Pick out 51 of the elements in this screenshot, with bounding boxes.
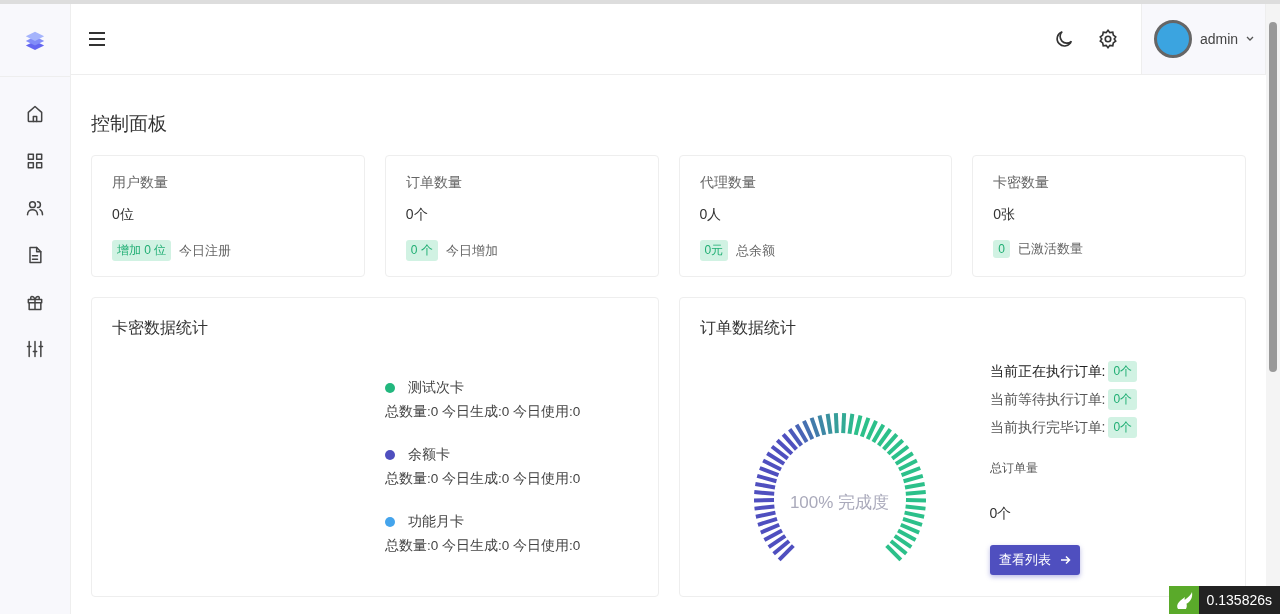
- debug-timer: 0.135826s: [1198, 586, 1280, 614]
- stat-badge: 0元: [699, 240, 729, 261]
- order-status-label: 当前正在执行订单:: [989, 362, 1106, 381]
- legend-detail: 总数量:0 今日生成:0 今日使用:0: [385, 537, 582, 555]
- legend-label: 测试次卡: [408, 379, 464, 397]
- order-status-label: 当前执行完毕订单:: [989, 418, 1106, 437]
- user-menu[interactable]: admin: [1141, 4, 1266, 74]
- layers-logo-icon: [24, 29, 46, 51]
- scrollbar-thumb[interactable]: [1269, 22, 1277, 372]
- menu-icon[interactable]: [89, 32, 105, 46]
- avatar: [1154, 20, 1192, 58]
- stat-note: 已激活数量: [1017, 240, 1083, 258]
- grid-icon[interactable]: [25, 151, 45, 171]
- home-icon[interactable]: [25, 104, 45, 124]
- gauge-label: 100% 完成度: [788, 492, 891, 514]
- panel-title: 卡密数据统计: [112, 318, 209, 338]
- username: admin: [1200, 31, 1239, 47]
- view-list-button[interactable]: 查看列表: [989, 545, 1080, 575]
- stat-value: 0个: [405, 206, 429, 224]
- stat-note: 今日增加: [445, 241, 498, 260]
- order-count-badge: 0个: [1108, 361, 1138, 382]
- order-count-badge: 0个: [1108, 417, 1138, 438]
- legend-label: 余额卡: [408, 446, 450, 464]
- arrow-right-icon: [1059, 555, 1071, 565]
- users-icon[interactable]: [25, 198, 45, 218]
- stat-label: 用户数量: [112, 174, 169, 192]
- stat-badge: 0 个: [405, 240, 438, 261]
- total-orders-label: 总订单量: [989, 460, 1039, 477]
- legend-label: 功能月卡: [408, 513, 464, 531]
- stat-note: 总余额: [736, 241, 776, 260]
- order-status-label: 当前等待执行订单:: [989, 390, 1106, 409]
- settings-icon[interactable]: [1097, 28, 1119, 50]
- stat-value: 0位: [112, 206, 135, 224]
- stat-label: 卡密数量: [993, 174, 1051, 192]
- legend-detail: 总数量:0 今日生成:0 今日使用:0: [385, 403, 582, 421]
- debug-toolbar[interactable]: 0.135826s: [1168, 586, 1280, 614]
- moon-icon[interactable]: [1053, 28, 1075, 50]
- page-title: 控制面板: [91, 112, 168, 136]
- sliders-icon[interactable]: [25, 339, 45, 359]
- stat-value: 0张: [993, 206, 1017, 224]
- stat-label: 订单数量: [405, 174, 463, 192]
- order-count-badge: 0个: [1108, 389, 1138, 410]
- legend-detail: 总数量:0 今日生成:0 今日使用:0: [385, 470, 582, 488]
- stat-badge: 0: [993, 240, 1010, 258]
- total-orders-value: 0个: [989, 505, 1013, 523]
- stat-value: 0人: [699, 206, 723, 224]
- panel-title: 订单数据统计: [699, 318, 797, 338]
- stat-label: 代理数量: [699, 174, 757, 192]
- stat-badge: 增加 0 位: [112, 240, 172, 261]
- chevron-down-icon: [1246, 36, 1255, 42]
- stat-note: 今日注册: [179, 241, 232, 260]
